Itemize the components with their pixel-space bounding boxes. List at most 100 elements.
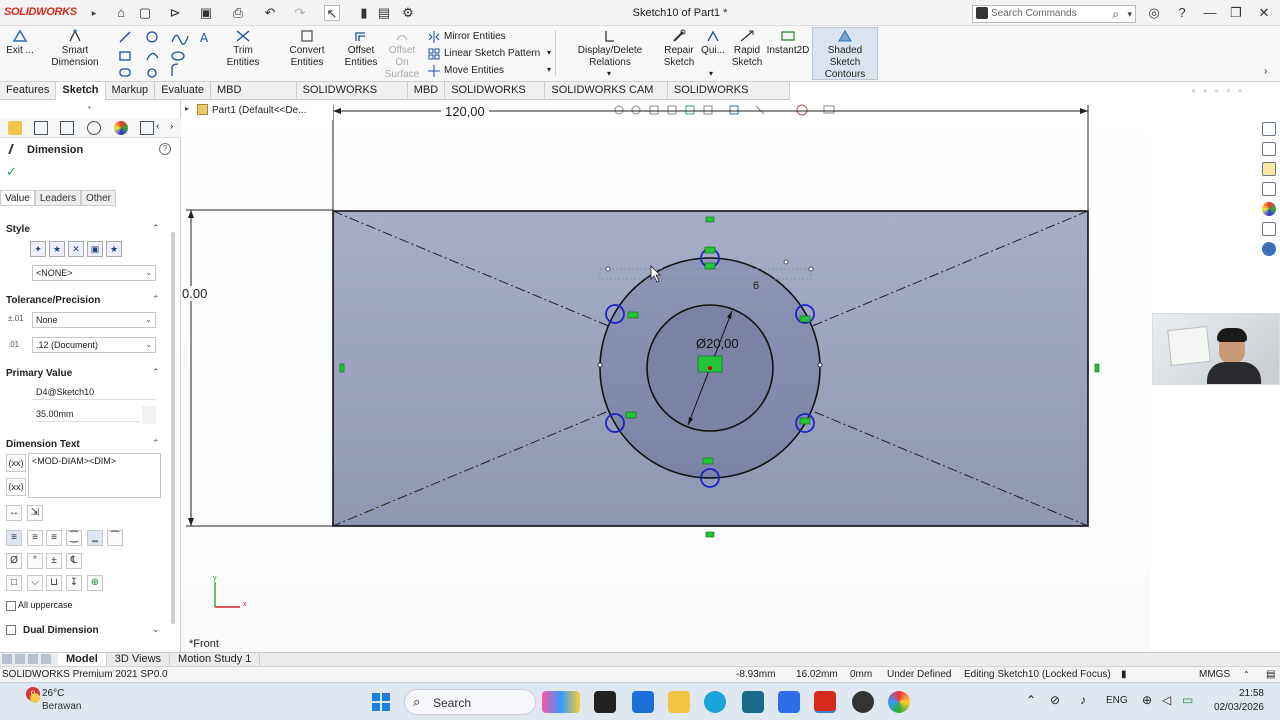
tab-sketch[interactable]: Sketch (56, 82, 106, 100)
unit-system-selector[interactable]: MMGS (1199, 667, 1230, 682)
tab-motion-study[interactable]: Motion Study 1 (170, 653, 261, 666)
centerline-symbol-icon[interactable]: ℄ (66, 553, 82, 569)
display-delete-relations-button[interactable]: Display/Delete Relations (560, 28, 660, 69)
clock-time[interactable]: 21:58 (1206, 688, 1264, 699)
pattern-count-label[interactable]: 6 (753, 280, 759, 292)
diameter-dimension-text[interactable]: Ø20,00 (696, 336, 739, 351)
feature-manager-icon[interactable] (8, 121, 22, 135)
edge-browser-icon[interactable] (704, 691, 726, 713)
subtab-other[interactable]: Other (80, 190, 116, 206)
save-style-icon[interactable]: ▣ (87, 241, 103, 257)
file-properties-icon[interactable]: ▤ (376, 5, 392, 21)
home-icon[interactable]: ⌂ (113, 5, 129, 21)
shaded-sketch-contours-button[interactable]: Shaded Sketch Contours (812, 27, 878, 80)
file-explorer-icon[interactable] (1262, 162, 1276, 176)
task-view-icon[interactable] (594, 691, 616, 713)
part-tree-item[interactable]: Part1 (Default<<De... (212, 105, 307, 116)
smart-dimension-button[interactable]: Smart Dimension (38, 28, 112, 69)
subtab-leaders[interactable]: Leaders (34, 190, 81, 206)
dimension-name-field[interactable]: D4@Sketch10 (32, 384, 156, 400)
chevron-down-icon[interactable]: ▾ (1127, 6, 1132, 22)
subtab-value[interactable]: Value (0, 190, 35, 206)
weather-condition[interactable]: Berawan (42, 701, 81, 712)
dimension-text-section-heading[interactable]: Dimension Text (6, 439, 80, 450)
relation-marker[interactable] (339, 363, 345, 373)
new-document-icon[interactable]: ▢ (137, 5, 153, 21)
move-dropdown-icon[interactable]: ▾ (547, 65, 551, 74)
tolerance-section-heading[interactable]: Tolerance/Precision (6, 295, 100, 306)
tab-mbd-dimensions[interactable]: MBD Dimensions (211, 82, 297, 113)
tab-model[interactable]: Model (58, 653, 107, 666)
view-palette-icon[interactable] (1262, 182, 1276, 196)
ribbon-scroll-arrow-icon[interactable]: › (1264, 66, 1267, 77)
repair-sketch-button[interactable]: Repair Sketch (662, 28, 696, 69)
input-language[interactable]: ENG (1106, 695, 1128, 706)
snaps-dropdown-icon[interactable]: ▾ (709, 69, 713, 78)
globe-icon[interactable]: ⊕ (1142, 693, 1152, 707)
relation-marker[interactable] (799, 417, 811, 425)
graphics-area[interactable]: x y 120,00 0.00 Ø20,00 6 *Front ▸ Part1 … (181, 100, 1151, 652)
network-off-icon[interactable]: ⊘ (1050, 693, 1060, 707)
move-entities-button[interactable]: Move Entities (428, 63, 504, 79)
align-right-icon[interactable]: ≡ (46, 530, 62, 546)
relation-marker[interactable] (627, 311, 639, 319)
help-icon[interactable]: ? (159, 143, 171, 155)
tab-evaluate[interactable]: Evaluate (155, 82, 211, 100)
relation-marker[interactable] (704, 246, 716, 254)
rapid-sketch-button[interactable]: Rapid Sketch (730, 28, 764, 69)
quick-snaps-button[interactable]: Qui... (700, 28, 726, 57)
menu-arrow-icon[interactable]: ▸ (86, 5, 102, 21)
volume-icon[interactable]: ◁ (1162, 693, 1171, 707)
exit-sketch-button[interactable]: Exit ... (6, 28, 34, 57)
relation-marker[interactable] (705, 216, 715, 223)
help-icon[interactable]: ? (1172, 4, 1192, 22)
tab-features[interactable]: Features (0, 82, 57, 100)
rebuild-icon[interactable]: ▮ (356, 5, 372, 21)
terminal-icon[interactable] (742, 691, 764, 713)
search-commands-input[interactable]: Search Commands ⌕ ▾ (972, 5, 1136, 23)
align-center-icon[interactable]: ≡ (27, 530, 43, 546)
weather-temperature[interactable]: 26°C (42, 688, 64, 699)
panel-scroll-left-icon[interactable]: ‹ (156, 121, 159, 132)
tab-mbd[interactable]: MBD (408, 82, 446, 100)
panel-scrollbar[interactable] (171, 232, 175, 624)
precision-select[interactable]: .12 (Document) ⌄ (32, 337, 156, 353)
origin-point[interactable] (708, 366, 712, 370)
trim-entities-button[interactable]: Trim Entities (216, 28, 270, 69)
relation-marker[interactable] (705, 531, 715, 538)
depth-symbol-icon[interactable]: ↧ (66, 575, 82, 591)
style-section-heading[interactable]: Style (6, 224, 30, 235)
justify-center-text-icon[interactable]: ↔ (6, 505, 22, 521)
counterbore-symbol-icon[interactable]: ⊔ (46, 575, 62, 591)
convert-entities-button[interactable]: Convert Entities (272, 28, 342, 69)
square-symbol-icon[interactable]: □ (6, 575, 22, 591)
file-explorer-icon[interactable] (668, 691, 690, 713)
user-account-icon[interactable]: ◎ (1144, 4, 1164, 22)
tab-scroll-arrows[interactable] (2, 654, 54, 664)
forum-icon[interactable] (1262, 242, 1276, 256)
mirror-entities-button[interactable]: Mirror Entities (428, 29, 506, 45)
style-select[interactable]: <NONE> ⌄ (32, 265, 156, 281)
close-button[interactable]: ✕ (1254, 4, 1274, 22)
countersink-symbol-icon[interactable]: ⌵ (27, 575, 43, 591)
rebuild-status-icon[interactable]: ▮ (1121, 667, 1127, 682)
heads-up-view-toolbar[interactable] (614, 104, 835, 116)
show-hidden-icons-icon[interactable]: ⌃ (1026, 693, 1036, 707)
relation-marker[interactable] (1094, 363, 1100, 373)
load-style-icon[interactable]: ★ (106, 241, 122, 257)
text-bottom-icon[interactable]: ⁀ (107, 530, 123, 546)
dual-dimension-checkbox[interactable] (6, 625, 16, 635)
taskbar-search-box[interactable]: ⌕ Search (404, 689, 536, 715)
delete-style-icon[interactable]: ✕ (68, 241, 84, 257)
appearances-icon[interactable] (1262, 202, 1276, 216)
store-icon[interactable] (632, 691, 654, 713)
linear-sketch-pattern-button[interactable]: Linear Sketch Pattern (428, 46, 540, 62)
relations-dropdown-icon[interactable]: ▾ (607, 69, 611, 78)
inspection-dimension-icon[interactable]: ⟨xx⟩ (6, 478, 26, 496)
add-parentheses-icon[interactable]: (xx) (6, 454, 26, 472)
height-dimension-text[interactable]: 0.00 (181, 286, 209, 301)
solidworks-resources-icon[interactable] (1262, 122, 1276, 136)
break-line-icon[interactable]: ⇲ (27, 505, 43, 521)
collapse-chevron-icon[interactable]: ⌃ (152, 294, 160, 305)
dimension-text-field[interactable]: <MOD-DIAM><DIM> (28, 453, 161, 498)
